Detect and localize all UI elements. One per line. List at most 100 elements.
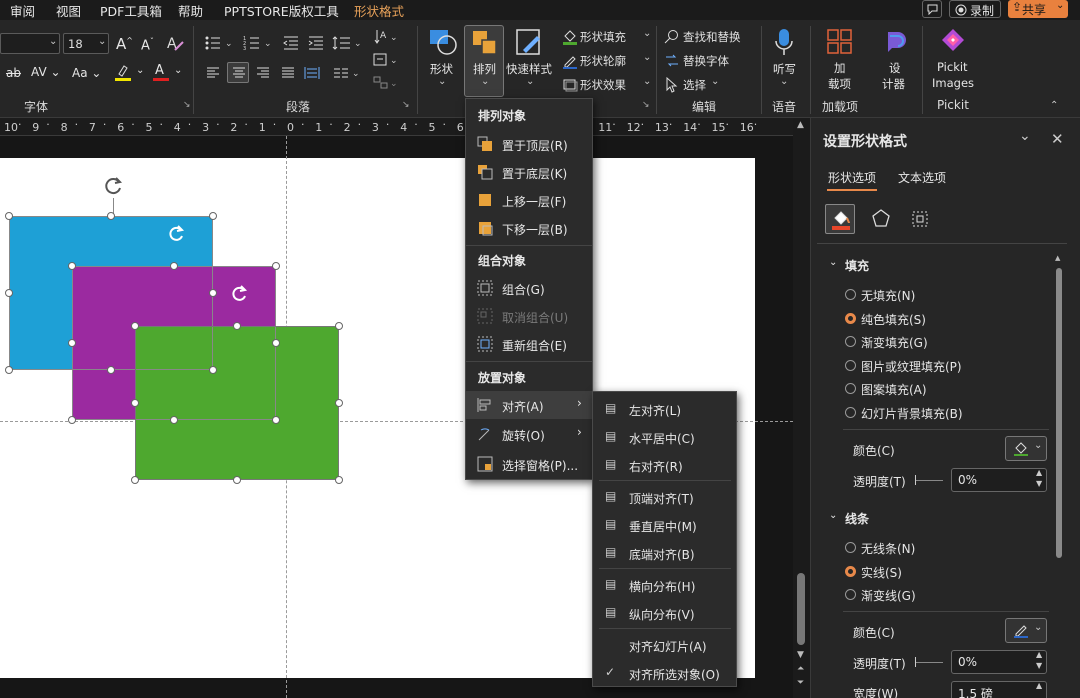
radio-button[interactable] bbox=[845, 542, 856, 553]
align-menu-item-left[interactable]: ▤ 左对齐(L) bbox=[593, 396, 736, 422]
collapse-fill-icon[interactable]: ⌄ bbox=[829, 257, 837, 268]
size-properties-icon[interactable] bbox=[909, 208, 931, 230]
text-direction-icon[interactable]: A ⌄ bbox=[373, 28, 399, 46]
line-section-header[interactable]: 线条 bbox=[845, 510, 869, 527]
bullets-icon[interactable]: ⌄ bbox=[204, 35, 234, 51]
line-spacing-icon[interactable]: ⌄ bbox=[332, 35, 362, 51]
columns-icon[interactable]: ⌄ bbox=[333, 66, 361, 80]
line-option[interactable]: 渐变线(G) bbox=[845, 586, 1045, 604]
prev-slide-icon[interactable]: ⏶ bbox=[797, 664, 804, 674]
align-menu-item-to-selected[interactable]: ✓ 对齐所选对象(O) bbox=[593, 660, 736, 686]
close-icon[interactable]: ✕ bbox=[1051, 130, 1064, 148]
menu-item-send-to-back[interactable]: 置于底层(K) bbox=[466, 159, 592, 185]
dialog-launcher-icon[interactable]: ↘ bbox=[642, 100, 650, 110]
fill-option[interactable]: 图片或纹理填充(P) bbox=[845, 357, 1045, 375]
pentagon-icon[interactable] bbox=[870, 208, 892, 230]
resize-handle[interactable] bbox=[107, 366, 115, 374]
resize-handle[interactable] bbox=[209, 212, 217, 220]
resize-handle[interactable] bbox=[131, 399, 139, 407]
fill-option[interactable]: 幻灯片背景填充(B) bbox=[845, 404, 1045, 422]
fill-section-header[interactable]: 填充 bbox=[845, 257, 869, 274]
increase-indent-icon[interactable] bbox=[308, 35, 324, 51]
spin-up-icon[interactable]: ▲ bbox=[1036, 650, 1042, 659]
spin-down-icon[interactable]: ▼ bbox=[1036, 661, 1042, 670]
tab-text-options[interactable]: 文本选项 bbox=[898, 169, 946, 186]
line-option[interactable]: 实线(S) bbox=[845, 563, 1045, 581]
fill-transparency-input[interactable]: 0% ▲ ▼ bbox=[951, 468, 1047, 492]
resize-handle[interactable] bbox=[170, 416, 178, 424]
pane-scrollbar-thumb[interactable] bbox=[1056, 268, 1062, 558]
find-replace-button[interactable]: 查找和替换 bbox=[664, 28, 752, 46]
resize-handle[interactable] bbox=[272, 416, 280, 424]
align-menu-item-right[interactable]: ▤ 右对齐(R) bbox=[593, 452, 736, 478]
align-center-button[interactable] bbox=[227, 62, 249, 83]
fill-option[interactable]: 渐变填充(G) bbox=[845, 333, 1045, 351]
collapse-ribbon-icon[interactable]: ⌃ bbox=[1050, 100, 1058, 111]
align-menu-item-dist-v[interactable]: ▤ 纵向分布(V) bbox=[593, 600, 736, 626]
quick-styles-button[interactable]: 快速样式 ⌄ bbox=[506, 26, 554, 96]
shape-button[interactable]: 形状 ⌄ bbox=[424, 26, 460, 96]
tab-pptstore[interactable]: PPTSTORE版权工具 bbox=[224, 1, 339, 20]
vertical-scrollbar[interactable]: ▲ ▼ ⏶ ⏷ bbox=[793, 118, 810, 698]
char-spacing-button[interactable]: AV ⌄ bbox=[31, 65, 61, 79]
radio-button[interactable] bbox=[845, 289, 856, 300]
menu-item-align[interactable]: 对齐(A) › bbox=[466, 391, 592, 419]
shape-fill-button[interactable]: 形状填充 ⌄ bbox=[560, 28, 652, 46]
resize-handle[interactable] bbox=[209, 366, 217, 374]
fill-option[interactable]: 图案填充(A) bbox=[845, 380, 1045, 398]
tab-pdf-toolbox[interactable]: PDF工具箱 bbox=[100, 1, 162, 20]
dialog-launcher-icon[interactable]: ↘ bbox=[183, 100, 191, 110]
align-menu-item-middle[interactable]: ▤ 垂直居中(M) bbox=[593, 512, 736, 538]
scroll-up-icon[interactable]: ▲ bbox=[1055, 254, 1060, 262]
replace-font-button[interactable]: 替换字体 bbox=[664, 52, 752, 70]
rotate-handle-icon[interactable] bbox=[228, 283, 250, 305]
highlight-button[interactable] bbox=[114, 64, 132, 82]
fill-option[interactable]: 纯色填充(S) bbox=[845, 310, 1045, 328]
fill-line-tab[interactable] bbox=[825, 204, 855, 234]
menu-item-group[interactable]: 组合(G) bbox=[466, 275, 592, 301]
tab-shape-options[interactable]: 形状选项 bbox=[828, 169, 876, 186]
shape-effects-button[interactable]: 形状效果 ⌄ bbox=[560, 76, 652, 94]
resize-handle[interactable] bbox=[5, 289, 13, 297]
resize-handle[interactable] bbox=[272, 262, 280, 270]
clear-format-icon[interactable]: A bbox=[166, 34, 184, 52]
shape-outline-button[interactable]: 形状轮廓 ⌄ bbox=[560, 52, 652, 70]
resize-handle[interactable] bbox=[335, 476, 343, 484]
align-left-icon[interactable] bbox=[206, 66, 220, 80]
rotate-handle-icon[interactable] bbox=[165, 223, 187, 245]
shrink-font-button[interactable]: Aˇ bbox=[141, 37, 154, 53]
line-color-button[interactable]: ⌄ bbox=[1005, 618, 1047, 643]
resize-handle[interactable] bbox=[68, 262, 76, 270]
font-name-select[interactable]: ⌄ bbox=[0, 33, 60, 54]
menu-item-send-backward[interactable]: 下移一层(B) bbox=[466, 215, 592, 241]
radio-button[interactable] bbox=[845, 359, 856, 371]
pickit-button[interactable]: Pickit Images bbox=[928, 26, 978, 96]
smartart-icon[interactable]: ⌄ bbox=[373, 75, 399, 91]
width-input[interactable]: 1.5 磅 ▲ bbox=[951, 681, 1047, 698]
resize-handle[interactable] bbox=[335, 399, 343, 407]
menu-item-selection-pane[interactable]: 选择窗格(P)... bbox=[466, 450, 592, 478]
radio-button[interactable] bbox=[845, 336, 856, 348]
next-slide-icon[interactable]: ⏷ bbox=[797, 678, 804, 688]
chevron-down-icon[interactable]: ⌄ bbox=[136, 65, 144, 76]
fill-option[interactable]: 无填充(N) bbox=[845, 286, 1045, 304]
resize-handle[interactable] bbox=[272, 339, 280, 347]
transparency-slider[interactable] bbox=[915, 475, 943, 485]
select-button[interactable]: 选择 ⌄ bbox=[664, 76, 752, 94]
pane-scrollbar[interactable]: ▲ bbox=[1055, 252, 1063, 698]
designer-button[interactable]: 设 计器 bbox=[874, 26, 916, 96]
line-option[interactable]: 无线条(N) bbox=[845, 539, 1045, 557]
radio-button[interactable] bbox=[845, 383, 856, 395]
arrange-button[interactable]: 排列 ⌄ bbox=[464, 25, 504, 97]
resize-handle[interactable] bbox=[335, 322, 343, 330]
menu-item-bring-to-front[interactable]: 置于顶层(R) bbox=[466, 131, 592, 157]
spin-up-icon[interactable]: ▲ bbox=[1036, 468, 1042, 477]
resize-handle[interactable] bbox=[209, 289, 217, 297]
font-color-button[interactable]: A bbox=[152, 63, 170, 82]
change-case-button[interactable]: Aa ⌄ bbox=[72, 66, 101, 80]
chevron-down-icon[interactable]: ⌄ bbox=[174, 65, 182, 76]
addins-button[interactable]: 加 载项 bbox=[818, 26, 862, 96]
decrease-indent-icon[interactable] bbox=[283, 35, 299, 51]
menu-item-rotate[interactable]: 旋转(O) › bbox=[466, 420, 592, 448]
rotate-handle-icon[interactable] bbox=[102, 174, 126, 198]
